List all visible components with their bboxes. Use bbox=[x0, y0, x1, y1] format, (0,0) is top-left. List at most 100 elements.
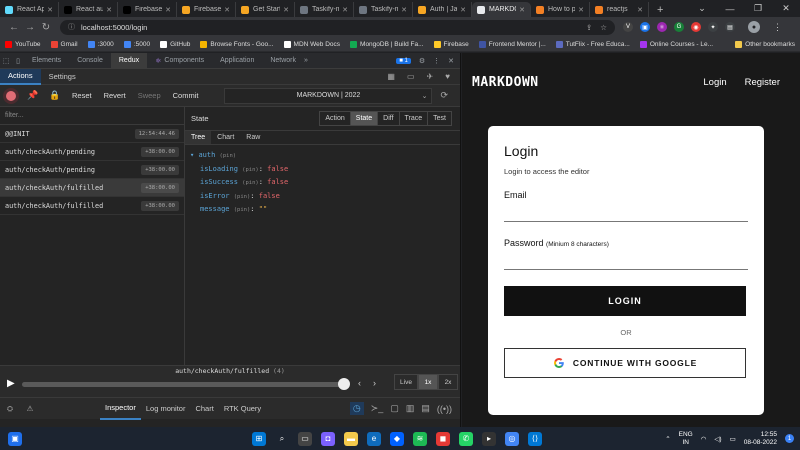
other-bookmarks[interactable]: Other bookmarks bbox=[735, 40, 795, 48]
notification-badge[interactable]: 1 bbox=[785, 434, 794, 443]
back-icon[interactable]: ← bbox=[6, 22, 22, 33]
close-tab-icon[interactable]: ✕ bbox=[460, 6, 466, 14]
close-window-button[interactable]: ✕ bbox=[772, 3, 800, 14]
device-toolbar-icon[interactable]: ▯ bbox=[12, 57, 24, 65]
browser-tab[interactable]: Get Started✕ bbox=[236, 2, 295, 17]
battery-icon[interactable]: ▭ bbox=[730, 435, 736, 443]
devtools-tab-redux[interactable]: Redux bbox=[110, 52, 148, 69]
sweep-button[interactable]: Sweep bbox=[132, 85, 167, 107]
language-indicator[interactable]: ENG IN bbox=[679, 431, 693, 447]
close-tab-icon[interactable]: ✕ bbox=[283, 6, 289, 14]
close-tab-icon[interactable]: ✕ bbox=[165, 6, 171, 14]
browser-tab[interactable]: Firebase ✕ bbox=[118, 2, 177, 17]
commit-button[interactable]: Commit bbox=[167, 85, 205, 107]
sub-tab-tree[interactable]: Tree bbox=[185, 131, 212, 144]
bookmark-star-icon[interactable]: ☆ bbox=[600, 23, 607, 32]
close-tab-icon[interactable]: ✕ bbox=[578, 6, 584, 14]
monitor-tab-action[interactable]: Action bbox=[320, 112, 351, 125]
login-button[interactable]: LOGIN bbox=[504, 286, 746, 316]
split-window-icon[interactable]: ▥ bbox=[406, 403, 415, 414]
close-devtools-icon[interactable]: ✕ bbox=[448, 57, 454, 65]
terminal-icon[interactable]: ▸ bbox=[482, 431, 496, 446]
nav-login-link[interactable]: Login bbox=[703, 77, 726, 88]
close-tab-icon[interactable]: ✕ bbox=[224, 6, 230, 14]
bookmark-item[interactable]: :3000 bbox=[87, 40, 114, 48]
browser-tab[interactable]: React App✕ bbox=[0, 2, 59, 17]
monitor-log[interactable]: Log monitor bbox=[141, 398, 191, 420]
bookmark-item[interactable]: Firebase bbox=[433, 40, 469, 48]
chrome-icon[interactable]: ◎ bbox=[505, 431, 519, 446]
teams-icon[interactable]: ◘ bbox=[321, 431, 335, 446]
step-forward-icon[interactable]: › bbox=[373, 378, 376, 388]
wifi-icon[interactable]: ◠ bbox=[701, 435, 707, 443]
browser-tab[interactable]: Taskify-m ✕ bbox=[354, 2, 413, 17]
dropbox-icon[interactable]: ◆ bbox=[390, 431, 404, 446]
bookmark-item[interactable]: Browse Fonts - Goo... bbox=[200, 40, 274, 48]
close-tab-icon[interactable]: ✕ bbox=[519, 6, 525, 14]
tab-actions[interactable]: Actions bbox=[0, 68, 41, 85]
devtools-tab-elements[interactable]: Elements bbox=[24, 53, 69, 69]
inspect-element-icon[interactable]: ⬚ bbox=[0, 57, 12, 65]
action-row[interactable]: auth/checkAuth/pending +38:00.00 bbox=[0, 161, 184, 179]
speed-2x[interactable]: 2x bbox=[438, 374, 458, 390]
step-back-icon[interactable]: ‹ bbox=[358, 378, 361, 388]
bookmark-item[interactable]: MDN Web Docs bbox=[283, 40, 340, 48]
devtools-menu-icon[interactable]: ⋮ bbox=[433, 57, 440, 65]
speed-1x[interactable]: 1x bbox=[418, 374, 438, 390]
tree-root-row[interactable]: ▾ auth (pin) bbox=[190, 149, 455, 163]
monitor-tab-diff[interactable]: Diff bbox=[378, 112, 400, 125]
tab-search-icon[interactable]: ⌄ bbox=[688, 3, 716, 14]
slider-thumb[interactable] bbox=[338, 378, 350, 390]
bookmark-item[interactable]: GitHub bbox=[160, 40, 190, 48]
browser-tab[interactable]: How to p ✕ bbox=[531, 2, 590, 17]
extension-redux-icon[interactable]: ⚛ bbox=[657, 22, 667, 32]
close-tab-icon[interactable]: ✕ bbox=[637, 6, 643, 14]
bookmark-item[interactable]: :5000 bbox=[123, 40, 150, 48]
heart-icon[interactable]: ♥ bbox=[445, 72, 450, 81]
password-field[interactable] bbox=[504, 248, 748, 270]
layout-icon[interactable]: ▤ bbox=[421, 403, 430, 414]
spotify-icon[interactable]: ≋ bbox=[413, 431, 427, 446]
sub-tab-chart[interactable]: Chart bbox=[211, 131, 240, 144]
settings-gear-icon[interactable]: ⚙ bbox=[419, 57, 425, 65]
more-tabs-icon[interactable]: » bbox=[304, 57, 308, 64]
extension-icon[interactable]: ▣ bbox=[640, 22, 650, 32]
revert-button[interactable]: Revert bbox=[98, 85, 132, 107]
action-row[interactable]: auth/checkAuth/fulfilled +38:00.00 bbox=[0, 197, 184, 215]
site-logo[interactable]: MARKDOWN bbox=[472, 75, 539, 90]
browser-tab[interactable]: MARKDOWN✕ bbox=[472, 2, 531, 17]
monitor-rtk-query[interactable]: RTK Query bbox=[219, 398, 266, 420]
dispatcher-terminal-icon[interactable]: ≻_ bbox=[371, 403, 384, 414]
address-bar[interactable]: ⓘ localhost:5000/login ⇪ ☆ bbox=[60, 19, 615, 35]
devtools-tab-components[interactable]: ⚛ Components bbox=[147, 53, 212, 69]
speed-live[interactable]: Live bbox=[394, 374, 418, 390]
monitor-tab-trace[interactable]: Trace bbox=[400, 112, 429, 125]
google-signin-button[interactable]: CONTINUE WITH GOOGLE bbox=[504, 348, 746, 378]
extension-vue-icon[interactable]: V bbox=[623, 22, 633, 32]
remote-icon[interactable]: ((•)) bbox=[437, 404, 452, 414]
dispatcher-icon[interactable]: ⚠ bbox=[20, 404, 40, 413]
monitor-tab-state[interactable]: State bbox=[350, 112, 379, 125]
bookmark-item[interactable]: Online Courses - Le... bbox=[639, 40, 713, 48]
bookmark-item[interactable]: YouTube bbox=[5, 40, 41, 48]
start-icon[interactable]: ⊞ bbox=[252, 431, 266, 446]
site-info-icon[interactable]: ⓘ bbox=[68, 22, 75, 32]
volume-icon[interactable]: ◁) bbox=[714, 435, 721, 443]
issues-badge[interactable]: ■ 1 bbox=[396, 57, 411, 64]
window-icon[interactable]: ▢ bbox=[390, 403, 399, 414]
bookmark-item[interactable]: TutFlix - Free Educa... bbox=[555, 40, 630, 48]
window-layout-icon[interactable]: ▦ bbox=[387, 72, 395, 81]
extension-grammarly-icon[interactable]: G bbox=[674, 22, 684, 32]
monitor-tab-test[interactable]: Test bbox=[428, 112, 451, 125]
instance-select[interactable]: MARKDOWN | 2022 ⌄ bbox=[224, 87, 433, 104]
profile-avatar[interactable]: ● bbox=[748, 21, 760, 33]
extensions-puzzle-icon[interactable]: ✦ bbox=[708, 22, 718, 32]
vscode-icon[interactable]: ⟨⟩ bbox=[528, 431, 542, 446]
bookmark-item[interactable]: MongoDB | Build Fa... bbox=[350, 40, 424, 48]
close-tab-icon[interactable]: ✕ bbox=[106, 6, 112, 14]
tree-field-row[interactable]: isSuccess (pin): false bbox=[200, 176, 455, 190]
tree-field-row[interactable]: isError (pin): false bbox=[200, 190, 455, 204]
close-tab-icon[interactable]: ✕ bbox=[401, 6, 407, 14]
action-row[interactable]: auth/checkAuth/pending +38:00.00 bbox=[0, 143, 184, 161]
extension-adblock-icon[interactable]: ◉ bbox=[691, 22, 701, 32]
